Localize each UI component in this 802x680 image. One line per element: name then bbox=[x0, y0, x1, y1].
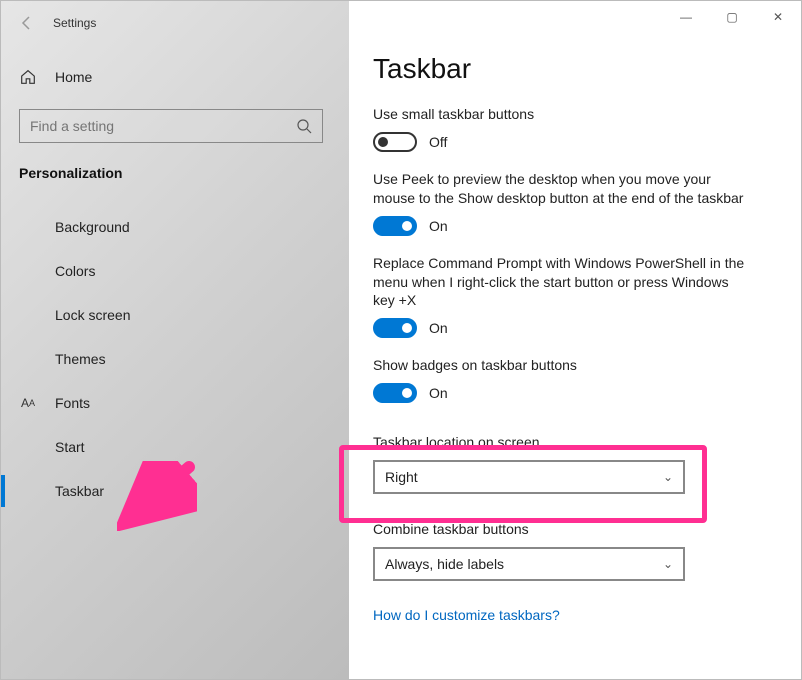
lockscreen-icon bbox=[19, 306, 37, 324]
settings-window: Settings Home Personalization Background… bbox=[1, 1, 801, 679]
fonts-icon: AA bbox=[19, 394, 37, 412]
setting-combine-label: Combine taskbar buttons bbox=[373, 520, 753, 539]
help-link[interactable]: How do I customize taskbars? bbox=[373, 607, 560, 623]
search-icon bbox=[296, 118, 312, 134]
sidebar-item-colors[interactable]: Colors bbox=[1, 249, 349, 293]
main-content: — ▢ ✕ Taskbar Use small taskbar buttons … bbox=[349, 1, 801, 679]
page-title: Taskbar bbox=[373, 53, 777, 85]
back-button[interactable] bbox=[13, 9, 41, 37]
sidebar-item-label: Lock screen bbox=[55, 307, 130, 323]
sidebar-item-label: Background bbox=[55, 219, 130, 235]
sidebar-item-label: Fonts bbox=[55, 395, 90, 411]
home-label: Home bbox=[55, 69, 92, 85]
powershell-toggle[interactable] bbox=[373, 318, 417, 338]
sidebar-item-themes[interactable]: Themes bbox=[1, 337, 349, 381]
setting-peek-label: Use Peek to preview the desktop when you… bbox=[373, 170, 753, 208]
small-buttons-toggle[interactable] bbox=[373, 132, 417, 152]
location-dropdown[interactable]: Right ⌄ bbox=[373, 460, 685, 494]
sidebar-item-lockscreen[interactable]: Lock screen bbox=[1, 293, 349, 337]
setting-badges-toggle-row: On bbox=[373, 383, 777, 403]
sidebar-item-taskbar[interactable]: Taskbar bbox=[1, 469, 349, 513]
setting-peek-toggle-row: On bbox=[373, 216, 777, 236]
close-icon: ✕ bbox=[773, 10, 783, 24]
location-value: Right bbox=[385, 469, 418, 485]
sidebar-item-fonts[interactable]: AA Fonts bbox=[1, 381, 349, 425]
taskbar-icon bbox=[19, 482, 37, 500]
arrow-left-icon bbox=[19, 15, 35, 31]
setting-location-label: Taskbar location on screen bbox=[373, 433, 753, 452]
peek-toggle[interactable] bbox=[373, 216, 417, 236]
search-wrap bbox=[1, 97, 349, 151]
start-icon bbox=[19, 438, 37, 456]
badges-toggle[interactable] bbox=[373, 383, 417, 403]
minimize-icon: — bbox=[680, 10, 692, 24]
chevron-down-icon: ⌄ bbox=[663, 557, 673, 571]
minimize-button[interactable]: — bbox=[663, 1, 709, 33]
setting-badges-label: Show badges on taskbar buttons bbox=[373, 356, 753, 375]
sidebar-item-label: Taskbar bbox=[55, 483, 104, 499]
home-button[interactable]: Home bbox=[1, 57, 349, 97]
maximize-icon: ▢ bbox=[726, 10, 737, 24]
setting-powershell-toggle-row: On bbox=[373, 318, 777, 338]
sidebar: Settings Home Personalization Background… bbox=[1, 1, 349, 679]
picture-icon bbox=[19, 218, 37, 236]
combine-value: Always, hide labels bbox=[385, 556, 504, 572]
category-heading: Personalization bbox=[1, 151, 349, 187]
window-controls: — ▢ ✕ bbox=[663, 1, 801, 33]
sidebar-item-label: Themes bbox=[55, 351, 106, 367]
home-icon bbox=[19, 68, 37, 86]
search-input[interactable] bbox=[19, 109, 323, 143]
nav-list: Background Colors Lock screen Themes AA … bbox=[1, 205, 349, 513]
setting-powershell-label: Replace Command Prompt with Windows Powe… bbox=[373, 254, 753, 311]
setting-small-buttons-label: Use small taskbar buttons bbox=[373, 105, 753, 124]
search-field[interactable] bbox=[30, 118, 296, 134]
chevron-down-icon: ⌄ bbox=[663, 470, 673, 484]
palette-icon bbox=[19, 262, 37, 280]
titlebar: Settings bbox=[1, 5, 349, 41]
close-button[interactable]: ✕ bbox=[755, 1, 801, 33]
sidebar-item-label: Start bbox=[55, 439, 85, 455]
maximize-button[interactable]: ▢ bbox=[709, 1, 755, 33]
sidebar-item-background[interactable]: Background bbox=[1, 205, 349, 249]
combine-dropdown[interactable]: Always, hide labels ⌄ bbox=[373, 547, 685, 581]
sidebar-item-label: Colors bbox=[55, 263, 95, 279]
badges-value: On bbox=[429, 385, 448, 401]
themes-icon bbox=[19, 350, 37, 368]
sidebar-item-start[interactable]: Start bbox=[1, 425, 349, 469]
window-title: Settings bbox=[53, 16, 96, 30]
small-buttons-value: Off bbox=[429, 134, 447, 150]
powershell-value: On bbox=[429, 320, 448, 336]
peek-value: On bbox=[429, 218, 448, 234]
setting-small-buttons-toggle-row: Off bbox=[373, 132, 777, 152]
taskbar-location-setting: Taskbar location on screen Right ⌄ bbox=[373, 421, 777, 504]
